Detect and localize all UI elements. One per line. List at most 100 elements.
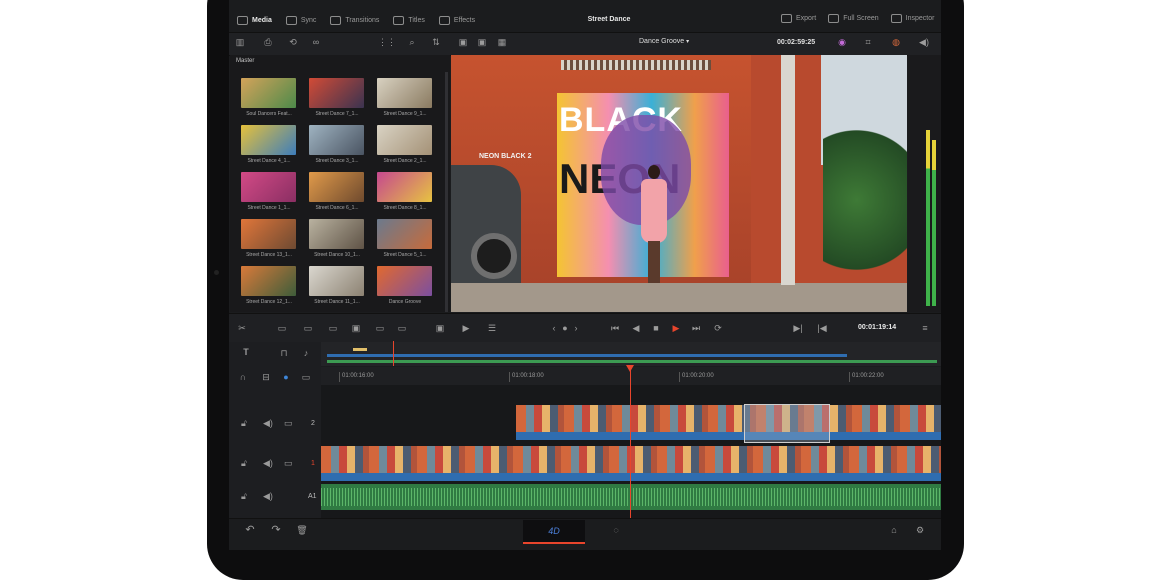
color-palette-icon[interactable]: ◍	[889, 36, 903, 48]
import-icon[interactable]: ⎙	[261, 36, 275, 48]
media-clip-thumbnail[interactable]	[377, 219, 432, 249]
video-viewer[interactable]: BLACK NEON NEON BLACK 2	[451, 55, 907, 312]
transition-marker[interactable]	[744, 404, 830, 443]
speaker-icon[interactable]: ◀)	[263, 491, 273, 502]
step-back-icon[interactable]: ◀	[629, 322, 643, 334]
lock-icon[interactable]: 🔓︎	[241, 491, 247, 502]
next-marker-icon[interactable]: ›	[569, 322, 583, 334]
track-label: 2	[311, 420, 315, 427]
overview-video-bar	[327, 354, 847, 357]
undo-icon[interactable]: ↶	[243, 524, 257, 536]
edit-tool-1-icon[interactable]: ▭	[275, 322, 289, 334]
tab-sync[interactable]: Sync	[285, 14, 317, 26]
snap-icon[interactable]: ∩	[236, 371, 250, 383]
export-button[interactable]: Export	[781, 14, 816, 23]
video-clip-v2[interactable]	[516, 405, 941, 432]
settings-gear-icon[interactable]: ⚙	[913, 524, 927, 536]
lock-icon[interactable]: 🔓︎	[241, 418, 247, 429]
sort-icon[interactable]: ⇅	[429, 36, 443, 48]
viewer-mode-2-icon[interactable]: ▣	[475, 36, 489, 48]
menu-icon[interactable]: ≡	[918, 322, 932, 334]
marker-icon[interactable]: ●	[279, 371, 293, 383]
volume-icon[interactable]: ◀)	[917, 36, 931, 48]
loop-icon[interactable]: ⟳	[711, 322, 725, 334]
zoom-icon[interactable]: ▭	[299, 371, 313, 383]
overview-playhead[interactable]	[393, 341, 394, 366]
media-clip-label: Street Dance 2_1...	[383, 158, 427, 164]
go-to-end-icon[interactable]: ⏭	[689, 322, 703, 334]
cut-page-button[interactable]: 4D	[523, 520, 585, 544]
page-switch-icon[interactable]: ◌	[609, 524, 623, 536]
viewer-mode-1-icon[interactable]: ▣	[456, 36, 470, 48]
go-to-start-icon[interactable]: ⏮	[608, 322, 622, 334]
search-icon[interactable]: ⌕	[405, 36, 419, 48]
lock-icon[interactable]: 🔓︎	[241, 458, 247, 469]
tab-label: Sync	[300, 16, 317, 24]
trash-icon[interactable]: 🗑︎	[295, 524, 309, 536]
media-clip-thumbnail[interactable]	[241, 172, 296, 202]
next-clip-icon[interactable]: |◀	[815, 322, 829, 334]
speaker-icon[interactable]: ◀)	[263, 458, 273, 469]
monitor-icon[interactable]: ▭	[284, 418, 293, 429]
ruler-label: 01:00:22:00	[852, 373, 884, 379]
playhead-handle[interactable]	[626, 365, 634, 372]
media-clip-thumbnail[interactable]	[241, 125, 296, 155]
bottom-bar	[229, 518, 941, 550]
stop-icon[interactable]: ■	[649, 322, 663, 334]
ripple-icon[interactable]: ⊟	[259, 371, 273, 383]
link-icon[interactable]: ⟲	[286, 36, 300, 48]
home-icon[interactable]: ⌂	[887, 524, 901, 536]
title-tool-icon[interactable]: T	[239, 346, 253, 358]
transform-icon[interactable]: ⌗	[861, 36, 875, 48]
media-clip-thumbnail[interactable]	[309, 125, 364, 155]
grid-view-icon[interactable]: ⋮⋮	[378, 36, 396, 48]
tab-titles[interactable]: Titles	[393, 14, 425, 26]
media-clip-label: Street Dance 6_1...	[315, 205, 359, 211]
edit-tool-7-icon[interactable]: ▣	[433, 322, 447, 334]
edit-tool-2-icon[interactable]: ▭	[301, 322, 315, 334]
redo-icon[interactable]: ↷	[269, 524, 283, 536]
ruler-label: 01:00:16:00	[342, 373, 374, 379]
media-clip-thumbnail[interactable]	[309, 172, 364, 202]
edit-tool-5-icon[interactable]: ▭	[373, 322, 387, 334]
tab-transitions[interactable]: Transitions	[330, 14, 379, 26]
prev-clip-icon[interactable]: ▶|	[791, 322, 805, 334]
chain-icon[interactable]: ∞	[309, 36, 323, 48]
full-screen-button[interactable]: Full Screen	[828, 14, 879, 23]
media-clip-thumbnail[interactable]	[377, 172, 432, 202]
play-icon[interactable]: ▶	[669, 322, 683, 334]
edit-tool-3-icon[interactable]: ▭	[326, 322, 340, 334]
edit-tool-6-icon[interactable]: ▭	[395, 322, 409, 334]
media-clip-label: Street Dance 4_1...	[247, 158, 291, 164]
media-clip-thumbnail[interactable]	[309, 78, 364, 108]
speaker-icon[interactable]: ◀)	[263, 418, 273, 429]
media-clip-thumbnail[interactable]	[241, 78, 296, 108]
media-clip-thumbnail[interactable]	[309, 266, 364, 296]
music-note-icon[interactable]: ♪	[299, 347, 313, 359]
video-clip-v1[interactable]	[321, 446, 941, 473]
media-clip-thumbnail[interactable]	[377, 266, 432, 296]
tab-effects[interactable]: Effects	[438, 14, 475, 26]
media-clip-label: Street Dance 12_1...	[246, 299, 292, 305]
color-wheel-icon[interactable]: ◉	[835, 36, 849, 48]
ruler-label: 01:00:20:00	[682, 373, 714, 379]
viewer-mode-3-icon[interactable]: ▦	[495, 36, 509, 48]
media-clip-thumbnail[interactable]	[241, 219, 296, 249]
tab-media[interactable]: Media	[237, 14, 272, 26]
media-clip-thumbnail[interactable]	[377, 78, 432, 108]
panel-toggle-icon[interactable]: ▥	[233, 36, 247, 48]
media-pool-scrollbar[interactable]	[445, 72, 448, 312]
media-clip-thumbnail[interactable]	[241, 266, 296, 296]
edit-tool-4-icon[interactable]: ▣	[349, 322, 363, 334]
play-around-icon[interactable]: ▶	[459, 322, 473, 334]
media-clip-thumbnail[interactable]	[377, 125, 432, 155]
lock-track-icon[interactable]: ⊓	[277, 347, 291, 359]
sliders-icon[interactable]: ☰	[485, 322, 499, 334]
front-camera	[214, 270, 219, 275]
monitor-icon[interactable]: ▭	[284, 458, 293, 469]
razor-icon[interactable]: ✂	[235, 322, 249, 334]
media-clip-thumbnail[interactable]	[309, 219, 364, 249]
playhead-line[interactable]	[630, 370, 631, 518]
inspector-button[interactable]: Inspector	[890, 14, 934, 23]
viewer-clip-dropdown[interactable]: Dance Groove ▾	[639, 38, 689, 45]
